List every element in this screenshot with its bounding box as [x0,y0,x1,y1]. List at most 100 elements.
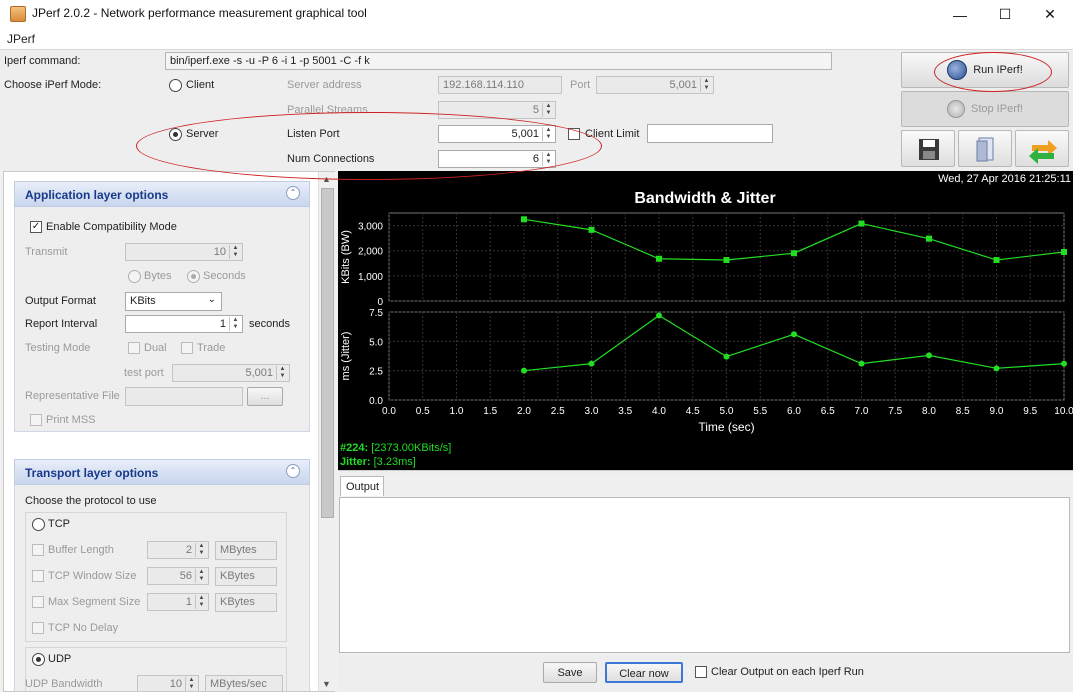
x-tick-label: 0.0 [382,406,396,417]
x-tick-label: 7.0 [855,406,869,417]
tcp-nodelay-checkbox[interactable] [32,622,44,634]
scroll-thumb[interactable] [321,188,334,518]
num-connections-field[interactable]: 6 ▲ ▼ [438,150,556,168]
bandwidth-jitter-chart: Bandwidth & Jitter 0 1,000 2,000 3,000 KBits … [340,190,1073,434]
tcp-radio[interactable] [32,518,45,531]
x-tick-label: 5.5 [753,406,767,417]
save-icon [919,139,939,160]
close-button[interactable]: ✕ [1027,0,1073,29]
mode-label: Choose iPerf Mode: [4,79,102,91]
x-tick-label: 4.0 [652,406,666,417]
maximize-button[interactable]: ☐ [982,0,1028,29]
client-limit-checkbox[interactable] [568,128,580,140]
tcp-window-checkbox[interactable] [32,570,44,582]
report-interval-field[interactable]: 1 ▲ ▼ [125,315,243,333]
udp-bandwidth-field[interactable]: 10 ▲ ▼ [137,675,199,691]
seconds-radio[interactable] [187,270,200,283]
scroll-down-icon[interactable]: ▼ [322,679,331,689]
parallel-streams-field[interactable]: 5 ▲ ▼ [438,101,556,119]
collapse-app-layer-icon[interactable]: ⌃ [286,186,300,200]
print-mss-checkbox[interactable] [30,414,42,426]
dual-checkbox[interactable] [128,342,140,354]
run-iperf-button[interactable]: Run IPerf! [901,52,1069,88]
command-field[interactable]: bin/iperf.exe -s -u -P 6 -i 1 -p 5001 -C… [165,52,832,70]
options-scrollbar[interactable]: ▲ ▼ [318,172,335,691]
x-tick-label: 1.0 [450,406,464,417]
compat-mode-checkbox[interactable]: ✓ [30,221,42,233]
reset-button[interactable] [1015,130,1069,167]
data-point [588,226,595,233]
udp-radio[interactable] [32,653,45,666]
mss-field[interactable]: 1 ▲ ▼ [147,593,209,611]
output-text-area[interactable] [339,497,1070,653]
minimize-button[interactable]: — [937,0,983,29]
udp-bandwidth-unit-select[interactable]: MBytes/sec [205,675,283,691]
x-tick-label: 6.5 [821,406,835,417]
jitter-status: Jitter: [3.23ms] [340,456,416,468]
rep-file-label: Representative File [25,390,120,402]
y-tick-label: 3,000 [358,222,383,233]
transmit-label: Transmit [25,246,68,258]
x-tick-label: 8.0 [922,406,936,417]
data-point [993,365,1000,372]
app-layer-header[interactable]: Application layer options [14,181,310,207]
client-radio[interactable] [169,79,182,92]
x-tick-label: 9.0 [990,406,1004,417]
splitter[interactable] [338,470,1073,476]
window-title: JPerf 2.0.2 - Network performance measur… [32,6,367,20]
bytes-label: Bytes [144,270,172,282]
stop-iperf-button[interactable]: Stop IPerf! [901,91,1069,127]
listen-port-field[interactable]: 5,001 ▲ ▼ [438,125,556,143]
stop-icon [947,100,965,118]
clear-each-run-checkbox[interactable] [695,666,707,678]
x-tick-label: 4.5 [686,406,700,417]
server-radio[interactable] [169,128,182,141]
x-tick-label: 3.5 [618,406,632,417]
num-connections-label: Num Connections [287,153,375,165]
mss-label: Max Segment Size [48,596,141,608]
tab-output[interactable]: Output [340,476,384,496]
mss-unit-select[interactable]: KBytes [215,593,277,612]
data-point [926,352,932,359]
test-port-label: test port [124,367,164,379]
tcp-window-field[interactable]: 56 ▲ ▼ [147,567,209,585]
bytes-radio[interactable] [128,270,141,283]
data-point [926,235,932,242]
parallel-streams-label: Parallel Streams [287,104,368,116]
port-field[interactable]: 5,001 ▲ ▼ [596,76,714,94]
command-label: Iperf command: [4,55,81,67]
buffer-unit-select[interactable]: MBytes [215,541,277,560]
load-config-button[interactable] [958,130,1012,167]
buffer-length-checkbox[interactable] [32,544,44,556]
report-interval-unit: seconds [249,318,290,330]
data-point [858,360,865,367]
chart-timestamp: Wed, 27 Apr 2016 21:25:11 [938,173,1071,185]
testing-mode-label: Testing Mode [25,342,91,354]
scroll-up-icon[interactable]: ▲ [322,174,331,184]
client-limit-field[interactable] [647,124,773,143]
trade-checkbox[interactable] [181,342,193,354]
y-tick-label: 7.5 [369,308,383,319]
server-address-label: Server address [287,79,362,91]
rep-file-field[interactable] [125,387,243,406]
rep-file-browse-button[interactable]: ... [247,387,283,406]
tcp-label: TCP [48,518,70,530]
menu-jperf[interactable]: JPerf [7,32,35,46]
clear-now-button[interactable]: Clear now [605,662,683,683]
transport-layer-header[interactable]: Transport layer options [14,459,310,485]
mss-checkbox[interactable] [32,596,44,608]
data-point [723,353,730,360]
data-point [1061,360,1067,367]
buffer-length-field[interactable]: 2 ▲ ▼ [147,541,209,559]
server-address-field[interactable]: 192.168.114.110 [438,76,562,94]
data-point [791,331,797,338]
udp-label: UDP [48,653,72,665]
transmit-field[interactable]: 10 ▲ ▼ [125,243,243,261]
save-output-button[interactable]: Save [543,662,597,683]
collapse-transport-layer-icon[interactable]: ⌃ [286,464,300,478]
save-config-button[interactable] [901,130,955,167]
y-tick-label: 2,000 [358,247,383,258]
test-port-field[interactable]: 5,001 ▲ ▼ [172,364,290,382]
tcp-window-unit-select[interactable]: KBytes [215,567,277,586]
output-format-select[interactable]: KBits ⌄ [125,292,222,311]
